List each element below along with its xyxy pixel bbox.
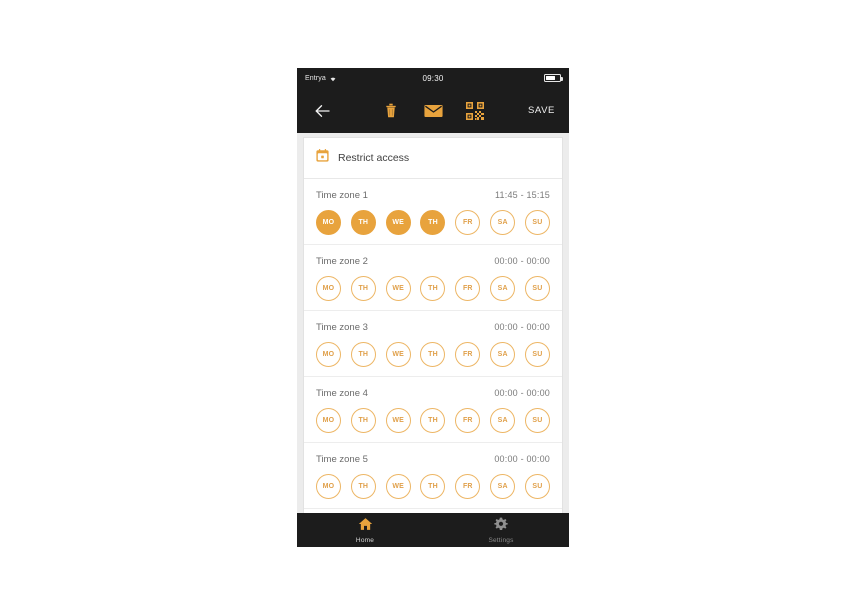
day-toggle-we[interactable]: WE <box>385 342 411 367</box>
day-toggle-th[interactable]: TH <box>420 276 446 301</box>
time-zone-row[interactable]: Time zone 1 11:45 - 15:15 MO TH WE TH FR SA SU <box>304 179 562 245</box>
day-toggle-th[interactable]: TH <box>420 342 446 367</box>
tab-settings-label: Settings <box>488 536 514 544</box>
time-zone-range[interactable]: 11:45 - 15:15 <box>495 190 550 200</box>
day-selector: MO TH WE TH FR SA SU <box>316 210 550 235</box>
day-toggle-fr[interactable]: FR <box>455 342 481 367</box>
day-toggle-fr[interactable]: FR <box>455 210 481 235</box>
time-zone-header: Time zone 1 11:45 - 15:15 <box>316 190 550 201</box>
tab-home-label: Home <box>355 536 375 544</box>
day-toggle-th[interactable]: TH <box>350 408 376 433</box>
day-toggle-mo[interactable]: MO <box>316 342 341 367</box>
day-toggle-sa[interactable]: SA <box>490 474 516 499</box>
battery-icon <box>544 74 563 82</box>
day-selector: MO TH WE TH FR SA SU <box>316 408 550 433</box>
time-zone-name: Time zone 4 <box>316 388 368 399</box>
day-toggle-sa[interactable]: SA <box>490 210 516 235</box>
carrier-label: Entrya <box>305 74 326 82</box>
day-toggle-th[interactable]: TH <box>350 276 376 301</box>
time-zone-range[interactable]: 00:00 - 00:00 <box>494 322 550 332</box>
calendar-icon <box>316 149 329 167</box>
time-zone-row[interactable]: Time zone 4 00:00 - 00:00 MO TH WE TH FR SA SU <box>304 377 562 443</box>
trash-icon <box>386 103 396 118</box>
time-zone-name: Time zone 1 <box>316 190 368 201</box>
day-toggle-su[interactable]: SU <box>524 474 550 499</box>
time-zone-row[interactable]: Time zone 3 00:00 - 00:00 MO TH WE TH FR SA SU <box>304 311 562 377</box>
qr-code-icon <box>466 101 484 120</box>
day-toggle-th[interactable]: TH <box>420 210 446 235</box>
day-toggle-th[interactable]: TH <box>350 474 376 499</box>
time-zone-range[interactable]: 00:00 - 00:00 <box>494 388 550 398</box>
delete-button[interactable] <box>381 101 401 121</box>
day-toggle-fr[interactable]: FR <box>455 408 481 433</box>
envelope-icon <box>423 104 443 117</box>
tab-settings[interactable]: Settings <box>433 517 569 544</box>
back-button[interactable] <box>311 99 335 123</box>
mail-button[interactable] <box>423 101 443 121</box>
save-button[interactable]: SAVE <box>528 105 555 116</box>
day-toggle-su[interactable]: SU <box>524 408 550 433</box>
phone-screen: Entrya 09:30 SAVE Restrict access Time z… <box>297 68 569 547</box>
back-arrow-icon <box>315 104 330 117</box>
qr-code-button[interactable] <box>465 101 485 121</box>
section-title: Restrict access <box>338 152 410 164</box>
time-zone-range[interactable]: 00:00 - 00:00 <box>494 256 550 266</box>
time-zone-row[interactable]: Time zone 5 00:00 - 00:00 MO TH WE TH FR SA SU <box>304 443 562 509</box>
day-toggle-th[interactable]: TH <box>350 210 376 235</box>
time-zone-name: Time zone 2 <box>316 256 368 267</box>
time-zone-name: Time zone 3 <box>316 322 368 333</box>
gear-icon <box>494 517 508 536</box>
day-selector: MO TH WE TH FR SA SU <box>316 474 550 499</box>
section-header: Restrict access <box>304 138 562 179</box>
day-toggle-fr[interactable]: FR <box>455 276 481 301</box>
screenshot-canvas: Entrya 09:30 SAVE Restrict access Time z… <box>0 0 865 615</box>
time-zone-row[interactable]: Time zone 2 00:00 - 00:00 MO TH WE TH FR SA SU <box>304 245 562 311</box>
day-toggle-mo[interactable]: MO <box>316 276 341 301</box>
tab-home[interactable]: Home <box>297 517 433 544</box>
status-bar: Entrya 09:30 <box>297 68 569 88</box>
day-toggle-mo[interactable]: MO <box>316 408 341 433</box>
status-bar-left: Entrya <box>305 69 337 87</box>
day-toggle-su[interactable]: SU <box>524 342 550 367</box>
day-toggle-th[interactable]: TH <box>350 342 376 367</box>
wifi-icon <box>329 69 337 87</box>
time-zone-header: Time zone 4 00:00 - 00:00 <box>316 388 550 399</box>
content-area: Restrict access Time zone 1 11:45 - 15:15… <box>297 133 569 513</box>
time-zone-list: Time zone 1 11:45 - 15:15 MO TH WE TH FR SA SU Ti… <box>304 179 562 513</box>
day-toggle-sa[interactable]: SA <box>490 408 516 433</box>
time-zone-range[interactable]: 00:00 - 00:00 <box>494 454 550 464</box>
day-toggle-sa[interactable]: SA <box>490 342 516 367</box>
day-toggle-sa[interactable]: SA <box>490 276 516 301</box>
day-selector: MO TH WE TH FR SA SU <box>316 342 550 367</box>
day-toggle-su[interactable]: SU <box>524 210 550 235</box>
restrict-access-card: Restrict access Time zone 1 11:45 - 15:15… <box>303 137 563 513</box>
battery-fill <box>546 76 555 80</box>
time-zone-header: Time zone 5 00:00 - 00:00 <box>316 454 550 465</box>
time-zone-name: Time zone 5 <box>316 454 368 465</box>
bottom-tab-bar: Home Settings <box>297 513 569 547</box>
day-selector: MO TH WE TH FR SA SU <box>316 276 550 301</box>
day-toggle-we[interactable]: WE <box>385 276 411 301</box>
time-zone-header: Time zone 3 00:00 - 00:00 <box>316 322 550 333</box>
day-toggle-th[interactable]: TH <box>420 408 446 433</box>
day-toggle-fr[interactable]: FR <box>455 474 481 499</box>
day-toggle-we[interactable]: WE <box>385 408 411 433</box>
day-toggle-we[interactable]: WE <box>385 474 411 499</box>
time-zone-header: Time zone 2 00:00 - 00:00 <box>316 256 550 267</box>
day-toggle-th[interactable]: TH <box>420 474 446 499</box>
home-icon <box>358 517 373 536</box>
status-bar-clock: 09:30 <box>422 73 444 83</box>
day-toggle-mo[interactable]: MO <box>316 474 341 499</box>
status-bar-right <box>544 74 563 82</box>
day-toggle-mo[interactable]: MO <box>316 210 341 235</box>
app-toolbar: SAVE <box>297 88 569 133</box>
day-toggle-we[interactable]: WE <box>385 210 411 235</box>
day-toggle-su[interactable]: SU <box>524 276 550 301</box>
